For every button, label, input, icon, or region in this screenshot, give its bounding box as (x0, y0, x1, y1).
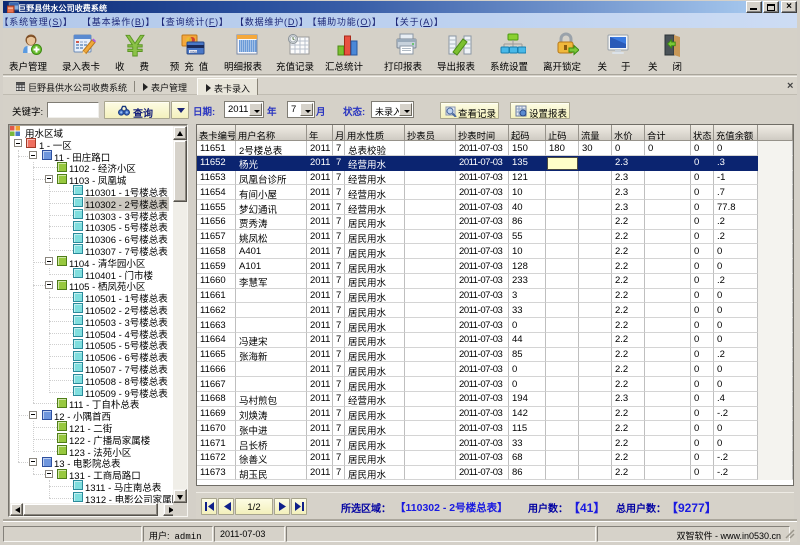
svg-text:VISA: VISA (190, 50, 197, 54)
